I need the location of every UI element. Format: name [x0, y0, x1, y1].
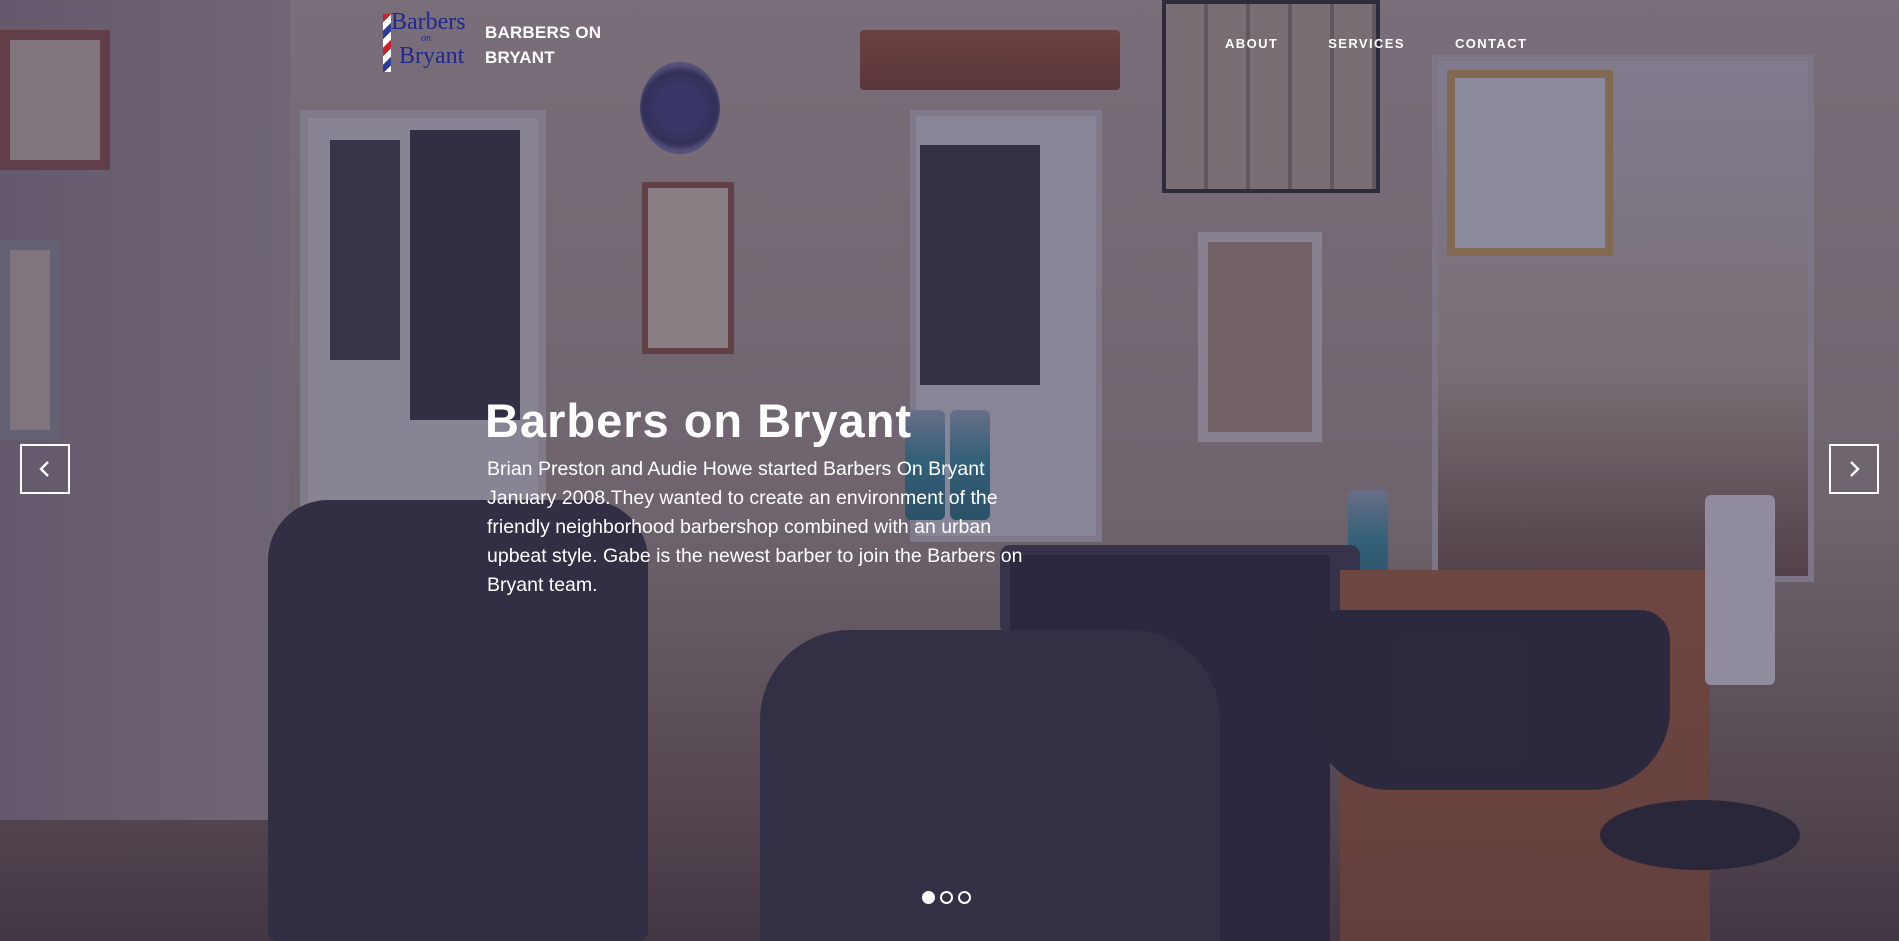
slider-next-button[interactable] — [1829, 444, 1879, 494]
chevron-right-icon — [1850, 461, 1860, 477]
nav-item-services[interactable]: SERVICES — [1328, 36, 1405, 51]
main-nav: ABOUT SERVICES CONTACT — [1225, 36, 1577, 51]
nav-item-about[interactable]: ABOUT — [1225, 36, 1278, 51]
site-title[interactable]: BARBERS ON BRYANT — [485, 20, 615, 70]
hero-title: Barbers on Bryant — [485, 394, 913, 447]
logo[interactable]: Barbers on Bryant — [381, 10, 473, 76]
hero-description: Brian Preston and Audie Howe started Bar… — [487, 458, 1023, 596]
chevron-left-icon — [39, 461, 49, 477]
slider-pagination — [922, 891, 971, 904]
slider-dot-1[interactable] — [922, 891, 935, 904]
nav-item-contact[interactable]: CONTACT — [1455, 36, 1527, 51]
barber-pole-icon — [383, 14, 391, 72]
slider-dot-3[interactable] — [958, 891, 971, 904]
slider-prev-button[interactable] — [20, 444, 70, 494]
slider-dot-2[interactable] — [940, 891, 953, 904]
